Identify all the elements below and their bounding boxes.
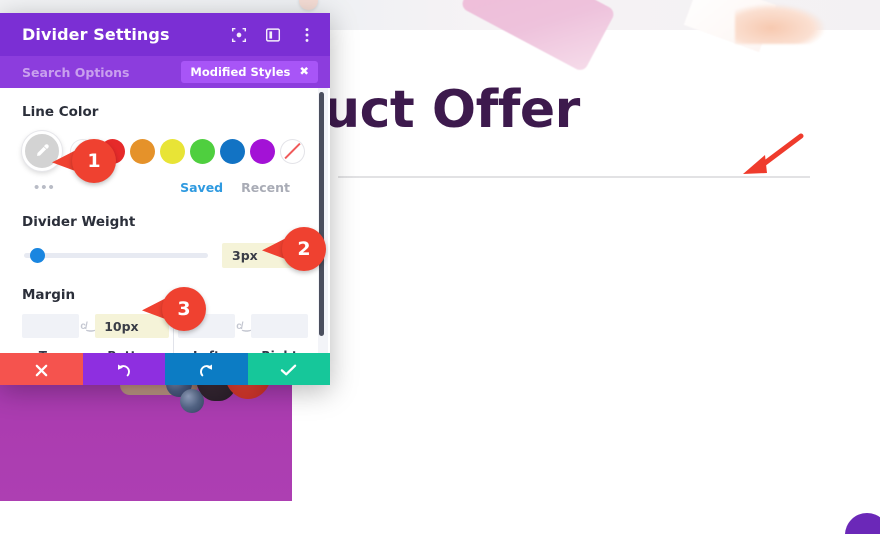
link-chain-icon[interactable]: c/‿ bbox=[79, 314, 95, 338]
margin-top-input[interactable] bbox=[22, 314, 79, 338]
line-color-label: Line Color bbox=[22, 104, 99, 120]
color-palette-tabs: Saved Recent bbox=[180, 180, 308, 195]
callout-1-number: 1 bbox=[87, 149, 101, 172]
divider-weight-slider[interactable] bbox=[24, 248, 208, 263]
hero-peach-shape bbox=[735, 4, 825, 44]
callout-3-number: 3 bbox=[177, 297, 191, 320]
margin-left-caption: Left bbox=[193, 349, 220, 353]
margin-right-input[interactable] bbox=[251, 314, 308, 338]
margin-top-cell: Top bbox=[22, 314, 79, 353]
save-button[interactable] bbox=[247, 353, 330, 385]
close-x-icon bbox=[35, 364, 48, 376]
redo-arrow-icon bbox=[199, 363, 212, 376]
undo-button[interactable] bbox=[82, 353, 165, 385]
modal-header-icons bbox=[230, 26, 316, 44]
modal-scrollbar[interactable] bbox=[319, 92, 324, 336]
modified-styles-badge[interactable]: Modified Styles ✖ bbox=[181, 61, 318, 83]
swatch-none[interactable] bbox=[280, 138, 305, 164]
undo-arrow-icon bbox=[118, 363, 131, 376]
modal-title: Divider Settings bbox=[22, 25, 170, 44]
modal-header: Divider Settings bbox=[0, 13, 330, 56]
screenshot-canvas: roduct Offer Divider Settings Search Opt… bbox=[0, 0, 880, 534]
cancel-button[interactable] bbox=[0, 353, 83, 385]
margin-right-cell: Right bbox=[251, 314, 308, 353]
margin-bottom-caption: Bottom bbox=[107, 349, 157, 353]
swatch-purple[interactable] bbox=[250, 138, 275, 164]
layout-panel-icon[interactable] bbox=[264, 26, 282, 44]
redo-button[interactable] bbox=[165, 353, 248, 385]
callout-step-2: 2 bbox=[262, 227, 326, 271]
callout-step-1: 1 bbox=[52, 139, 116, 183]
line-color-section: Line Color ••• Saved Recent bbox=[0, 88, 330, 195]
focus-target-icon[interactable] bbox=[230, 26, 248, 44]
modal-scrollbar-track[interactable] bbox=[318, 88, 328, 353]
tab-recent[interactable]: Recent bbox=[241, 180, 290, 195]
tab-saved[interactable]: Saved bbox=[180, 180, 223, 195]
swatch-green[interactable] bbox=[190, 138, 215, 164]
callout-2-bubble: 2 bbox=[282, 227, 326, 271]
swatch-orange[interactable] bbox=[130, 138, 155, 164]
search-options-bar[interactable]: Search Options Modified Styles ✖ bbox=[0, 56, 330, 88]
checkmark-icon bbox=[281, 364, 297, 376]
modal-footer bbox=[0, 353, 330, 385]
slider-knob[interactable] bbox=[30, 248, 45, 263]
link-chain-icon-2[interactable]: c/‿ bbox=[235, 314, 251, 338]
margin-top-caption: Top bbox=[39, 349, 62, 353]
hero-pink-shape bbox=[459, 0, 617, 73]
callout-1-bubble: 1 bbox=[72, 139, 116, 183]
swatch-yellow[interactable] bbox=[160, 138, 185, 164]
more-vertical-icon[interactable] bbox=[298, 26, 316, 44]
margin-right-caption: Right bbox=[261, 349, 297, 353]
modified-styles-close-icon[interactable]: ✖ bbox=[299, 66, 309, 78]
callout-step-3: 3 bbox=[142, 287, 206, 331]
annotation-arrow-icon bbox=[743, 133, 804, 174]
decorative-purple-circle bbox=[845, 513, 880, 534]
swatch-blue[interactable] bbox=[220, 138, 245, 164]
callout-2-number: 2 bbox=[297, 237, 311, 260]
callout-3-bubble: 3 bbox=[162, 287, 206, 331]
search-input[interactable]: Search Options bbox=[22, 65, 181, 80]
modified-styles-label: Modified Styles bbox=[190, 65, 291, 79]
